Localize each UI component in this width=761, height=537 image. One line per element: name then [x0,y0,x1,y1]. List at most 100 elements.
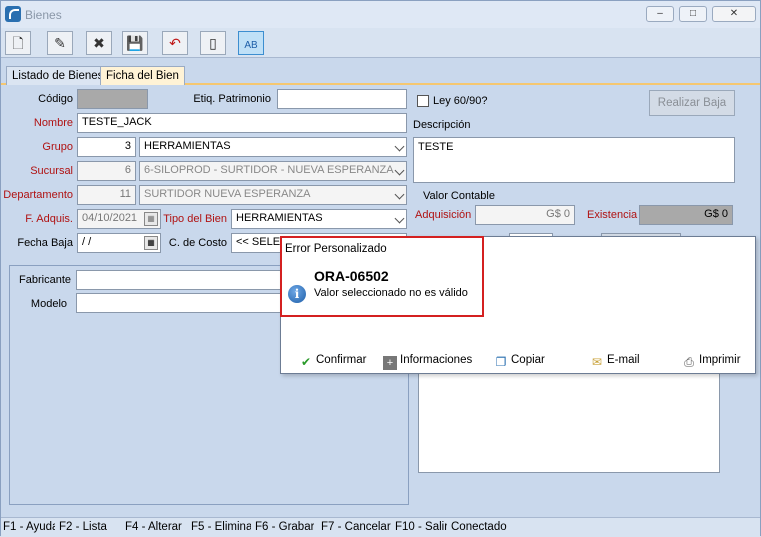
plus-icon: + [383,356,397,370]
adquisicion-field[interactable]: G$ 0 [475,205,575,225]
error-message: Valor seleccionado no es válido [314,287,468,299]
departamento-label: Departamento [3,189,73,201]
edit-button[interactable]: ✎ [47,31,73,55]
undo-icon: ↶ [169,35,181,51]
departamento-select-value: SURTIDOR NUEVA ESPERANZA [144,188,311,200]
f10-salir-key[interactable]: F10 - Salir [395,521,447,533]
c-costo-select-value: << SELE [236,236,281,248]
door-icon: ▯ [209,35,217,51]
info-icon: i [288,285,306,303]
copy-icon: ❐ [495,355,507,369]
f7-cancelar-key[interactable]: F7 - Cancelar [321,521,391,533]
tab-strip: Listado de Bienes Ficha del Bien [1,64,760,85]
window-title: Bienes [25,8,62,22]
adquisicion-label: Adquisición [415,209,472,221]
tipo-bien-label: Tipo del Bien [163,213,227,225]
f4-alterar-key[interactable]: F4 - Alterar [125,521,182,533]
confirmar-label: Confirmar [316,354,367,366]
chevron-down-icon [394,189,405,200]
informaciones-button[interactable]: + Informaciones [383,354,472,370]
email-label: E-mail [607,354,640,366]
ley-60-90-label: Ley 60/90? [433,95,488,107]
grupo-select-value: HERRAMIENTAS [144,140,231,152]
delete-icon: ✖ [93,35,105,51]
fecha-baja-value: / / [82,236,92,248]
fecha-baja-field[interactable]: / / ▦ [77,233,161,253]
imprimir-button[interactable]: ⎙ Imprimir [682,354,741,369]
f-adquis-value: 04/10/2021 [82,212,138,224]
tab-listado-de-bienes[interactable]: Listado de Bienes [6,66,110,85]
sucursal-code-field[interactable]: 6 [77,161,136,181]
sucursal-label: Sucursal [30,165,73,177]
chevron-down-icon [394,213,405,224]
confirmar-button[interactable]: ✔ Confirmar [299,354,367,369]
exit-button[interactable]: ▯ [200,31,226,55]
codigo-label: Código [38,93,73,105]
checkmark-icon: ✔ [300,355,312,369]
etiq-patrimonio-field[interactable] [277,89,407,109]
grupo-code-field[interactable]: 3 [77,137,136,157]
imprimir-label: Imprimir [699,354,741,366]
observaciones-textarea[interactable] [418,361,720,473]
descripcion-label: Descripción [413,119,471,131]
informaciones-label: Informaciones [400,354,473,366]
tab-ficha-del-bien[interactable]: Ficha del Bien [100,66,185,85]
error-dialog: Error Personalizado i ORA-06502 Valor se… [280,236,756,374]
envelope-icon: ✉ [591,355,603,369]
tipo-bien-select-value: HERRAMIENTAS [236,212,323,224]
chevron-down-icon [394,165,405,176]
tipo-bien-select[interactable]: HERRAMIENTAS [231,209,407,229]
spellcheck-icon: AB [244,40,258,51]
save-icon: 💾 [126,35,144,51]
spellcheck-button[interactable]: AB [238,31,264,55]
status-bar: F1 - Ayuda F2 - Lista F4 - Alterar F5 - … [1,517,760,537]
close-icon: ✕ [729,8,739,19]
modelo-label: Modelo [30,298,67,310]
calendar-icon[interactable]: ▦ [144,212,158,226]
etiq-patrimonio-label: Etiq. Patrimonio [193,93,271,105]
calendar-icon[interactable]: ▦ [144,236,158,250]
delete-button[interactable]: ✖ [86,31,112,55]
nombre-label: Nombre [33,117,73,129]
f5-eliminar-key[interactable]: F5 - Eliminar [191,521,251,533]
app-icon [5,6,21,22]
grupo-select[interactable]: HERRAMIENTAS [139,137,407,157]
save-button[interactable]: 💾 [122,31,148,55]
codigo-field[interactable] [77,89,148,109]
toolbar: 🗋 ✎ ✖ 💾 ↶ ▯ AB [1,28,760,58]
email-button[interactable]: ✉ E-mail [590,354,640,369]
existencia-label: Existencia [587,209,638,221]
edit-document-icon: ✎ [54,35,66,51]
dialog-title: Error Personalizado [285,243,387,255]
nombre-field[interactable]: TESTE_JACK [77,113,407,133]
fecha-baja-label: Fecha Baja [17,237,73,249]
fabricante-label: Fabricante [19,274,71,286]
copiar-label: Copiar [511,354,545,366]
departamento-select[interactable]: SURTIDOR NUEVA ESPERANZA [139,185,407,205]
grupo-label: Grupo [42,141,73,153]
minimize-button[interactable]: – [646,6,674,22]
existencia-field[interactable]: G$ 0 [639,205,733,225]
f-adquis-field[interactable]: 04/10/2021 ▦ [77,209,161,229]
realizar-baja-button[interactable]: Realizar Baja [649,90,735,116]
close-button[interactable]: ✕ [712,6,756,22]
descripcion-textarea[interactable]: TESTE [413,137,735,183]
valor-contable-label: Valor Contable [423,190,495,202]
copiar-button[interactable]: ❐ Copiar [494,354,545,369]
modelo-field[interactable] [76,293,282,313]
undo-button[interactable]: ↶ [162,31,188,55]
chevron-down-icon [394,141,405,152]
fabricante-field[interactable] [76,270,282,290]
departamento-code-field[interactable]: 11 [77,185,136,205]
ley-60-90-checkbox[interactable] [417,95,429,107]
sucursal-select-value: 6-SILOPROD - SURTIDOR - NUEVA ESPERANZA [144,164,394,176]
title-bar: Bienes – □ ✕ [1,1,760,28]
f-adquis-label: F. Adquis. [25,213,73,225]
printer-icon: ⎙ [684,355,694,369]
f6-grabar-key[interactable]: F6 - Grabar [255,521,314,533]
maximize-button[interactable]: □ [679,6,707,22]
f1-ayuda-key[interactable]: F1 - Ayuda [3,521,55,533]
new-button[interactable]: 🗋 [5,31,31,55]
f2-lista-key[interactable]: F2 - Lista [59,521,107,533]
sucursal-select[interactable]: 6-SILOPROD - SURTIDOR - NUEVA ESPERANZA [139,161,407,181]
